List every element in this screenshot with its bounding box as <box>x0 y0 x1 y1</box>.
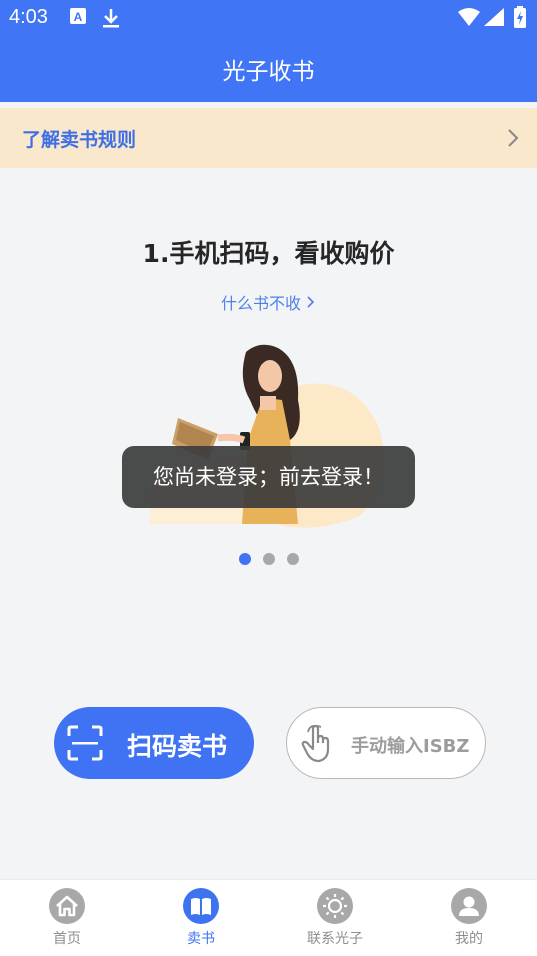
wifi-icon <box>458 8 480 30</box>
download-icon <box>102 8 120 32</box>
page-title: 光子收书 <box>222 59 315 85</box>
carousel-dot-1[interactable] <box>239 553 251 565</box>
book-icon <box>183 888 219 924</box>
tap-hand-icon <box>301 724 335 767</box>
nav-contact-label: 联系光子 <box>307 931 363 947</box>
nav-sell-label: 卖书 <box>187 931 215 947</box>
nav-contact[interactable]: 联系光子 <box>268 888 402 948</box>
scan-frame-icon <box>66 724 104 766</box>
notification-a-icon: A <box>70 8 86 28</box>
app-header: 4:03 A 光子收书 <box>0 0 537 102</box>
user-icon <box>451 888 487 924</box>
nav-home-label: 首页 <box>53 931 81 947</box>
scan-sell-label: 扫码卖书 <box>127 732 228 761</box>
nav-sell[interactable]: 卖书 <box>134 888 268 948</box>
nav-home[interactable]: 首页 <box>0 888 134 948</box>
nav-mine-label: 我的 <box>455 931 483 947</box>
signal-icon <box>484 8 504 30</box>
carousel-dot-2[interactable] <box>263 553 275 565</box>
sell-rules-label: 了解卖书规则 <box>22 129 137 151</box>
sell-rules-banner[interactable]: 了解卖书规则 <box>0 108 537 168</box>
chevron-right-icon <box>507 128 519 152</box>
carousel-indicator <box>239 553 299 567</box>
scan-sell-button[interactable]: 扫码卖书 <box>54 707 254 779</box>
carousel-dot-3[interactable] <box>287 553 299 565</box>
login-toast: 您尚未登录；前去登录！ <box>122 446 415 508</box>
chevron-right-small-icon <box>307 296 315 308</box>
svg-text:A: A <box>74 10 83 24</box>
nav-mine[interactable]: 我的 <box>402 888 536 948</box>
status-bar: 4:03 A <box>0 0 537 36</box>
sun-icon <box>317 888 353 924</box>
manual-isbn-button[interactable]: 手动输入ISBZ <box>286 707 486 779</box>
unaccepted-books-link[interactable]: 什么书不收 <box>0 290 537 314</box>
unaccepted-books-label: 什么书不收 <box>220 294 301 313</box>
status-time: 4:03 <box>9 6 48 28</box>
battery-icon <box>514 6 526 32</box>
bottom-nav: 首页 卖书 联系光子 我的 <box>0 879 537 956</box>
manual-isbn-label: 手动输入ISBZ <box>351 736 470 757</box>
step-title: 1.手机扫码，看收购价 <box>142 239 395 268</box>
home-icon <box>49 888 85 924</box>
